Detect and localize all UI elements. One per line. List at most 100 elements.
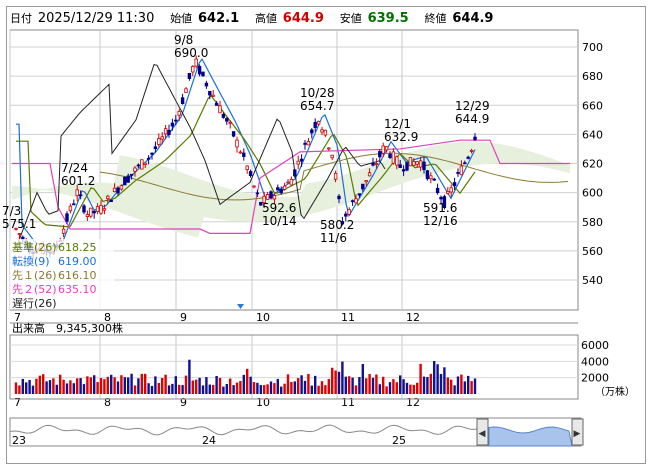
- candle-body: [225, 118, 229, 122]
- candle-body: [354, 198, 358, 204]
- annotation-price: 601.2: [61, 174, 95, 188]
- volume-bar: [178, 384, 181, 394]
- price-tick-label: 660: [582, 99, 603, 112]
- candle-body: [459, 165, 464, 176]
- candle-body: [252, 185, 256, 188]
- candle-body: [422, 161, 426, 171]
- candle-body: [405, 162, 409, 171]
- volume-bar: [14, 382, 18, 394]
- volume-bar: [463, 381, 466, 394]
- volume-bar: [144, 373, 147, 394]
- volume-bar: [150, 385, 154, 394]
- volume-bar: [201, 385, 205, 394]
- volume-month-label: 10: [256, 396, 270, 409]
- volume-bar: [473, 378, 477, 394]
- candle-body: [133, 167, 137, 172]
- volume-bar: [314, 375, 317, 394]
- candle-body: [429, 175, 433, 180]
- volume-bar: [239, 381, 242, 394]
- candle-body: [194, 58, 198, 67]
- price-tick-label: 540: [582, 274, 603, 287]
- candle-body: [184, 88, 188, 94]
- candle-body: [75, 189, 79, 197]
- candle-body: [435, 187, 440, 194]
- candle-body: [293, 169, 297, 177]
- volume-bar: [212, 384, 215, 394]
- volume-bar: [375, 374, 378, 394]
- candle-body: [21, 236, 25, 240]
- candle-body: [197, 65, 202, 75]
- volume-month-label: 8: [104, 396, 111, 409]
- candle-body: [95, 206, 100, 212]
- volume-bar: [378, 384, 381, 394]
- annotation-price: 654.7: [300, 99, 334, 113]
- candle-body: [418, 160, 423, 168]
- volume-bar: [25, 382, 28, 394]
- candle-body: [82, 205, 86, 213]
- candle-body: [381, 145, 385, 154]
- volume-bar: [297, 378, 300, 394]
- volume-bar: [18, 385, 21, 394]
- annotation-date: 7/24: [61, 161, 88, 175]
- candle-body: [289, 178, 294, 186]
- volume-bar: [86, 376, 89, 394]
- candle-body: [469, 149, 474, 152]
- stock-chart[interactable]: 7/3575.1 7/24601.2 9/8690.0 592.610/14 10/28…: [0, 0, 653, 470]
- volume-month-label: 9: [180, 396, 187, 409]
- candle-body: [218, 105, 222, 114]
- candle-body: [109, 199, 113, 203]
- indicator-legend: 基準(26) 618.25 転換(9) 619.00先１(26) 616.10先２(52…: [10, 239, 114, 310]
- legend-label: 基準(26): [12, 240, 57, 254]
- annotation-date: 12/16: [423, 214, 458, 228]
- candle-body: [473, 136, 477, 141]
- legend-value: 618.25: [58, 241, 97, 254]
- annotation-price: 592.6: [262, 201, 296, 215]
- candle-body: [269, 191, 273, 199]
- candle-body: [456, 172, 460, 174]
- volume-bar: [72, 383, 75, 394]
- range-navigator[interactable]: 23 24 25 ◀ ▶: [9, 417, 584, 447]
- navigator-year-label: 23: [12, 434, 26, 447]
- candle-body: [106, 195, 110, 199]
- volume-bar: [35, 378, 38, 394]
- candle-body: [357, 193, 362, 196]
- volume-bar: [450, 379, 453, 394]
- annotation-date: 11/6: [320, 231, 347, 245]
- volume-bar: [246, 368, 249, 394]
- volume-bar: [310, 385, 313, 394]
- candle-body: [384, 146, 389, 151]
- volume-bar: [269, 381, 273, 394]
- volume-bar: [439, 374, 443, 394]
- volume-bar: [157, 383, 160, 394]
- volume-bar: [263, 385, 266, 394]
- volume-bar: [188, 359, 191, 394]
- navigator-left-arrow-icon: ◀: [479, 429, 486, 439]
- candle-body: [150, 152, 154, 155]
- volume-bar: [283, 383, 286, 394]
- volume-bar: [256, 382, 259, 394]
- candle-body: [344, 213, 348, 217]
- legend-value: 616.10: [58, 269, 97, 282]
- month-label: 9: [180, 311, 187, 324]
- volume-bar: [371, 377, 375, 394]
- candle-body: [286, 181, 290, 184]
- volume-bar: [191, 380, 194, 394]
- volume-bar: [171, 383, 174, 394]
- volume-bar: [266, 384, 269, 394]
- month-label: 12: [406, 311, 420, 324]
- volume-bar: [276, 378, 279, 394]
- price-tick-label: 680: [582, 70, 603, 83]
- candle-body: [378, 151, 382, 158]
- current-position-marker: [237, 304, 244, 309]
- price-tick-label: 580: [582, 216, 603, 229]
- candle-body: [68, 205, 73, 212]
- volume-bar: [327, 379, 330, 394]
- volume-bar: [334, 370, 337, 394]
- volume-bar: [242, 374, 245, 394]
- volume-bar: [456, 376, 460, 394]
- volume-month-label: 11: [341, 396, 355, 409]
- navigator-right-arrow-icon: ▶: [574, 429, 581, 439]
- candle-body: [364, 180, 368, 183]
- candle-body: [174, 119, 178, 122]
- volume-bar: [259, 385, 262, 394]
